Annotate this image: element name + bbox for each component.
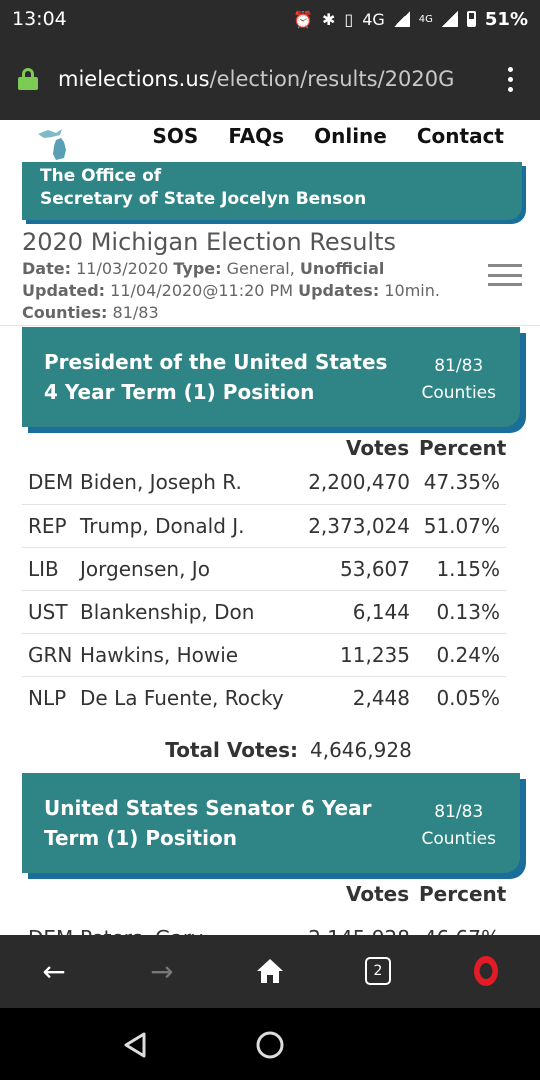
results-table-president: DEM Biden, Joseph R. 2,200,470 47.35% REP Tru… xyxy=(22,461,506,719)
percent-cell: 0.13% xyxy=(410,590,506,634)
table-row: NLP De La Fuente, Rocky 2,448 0.05% xyxy=(22,676,506,719)
system-home-icon[interactable] xyxy=(255,1030,285,1060)
battery-percent: 51% xyxy=(484,8,528,30)
percent-cell: 0.05% xyxy=(436,685,500,710)
race-title: President of the United States 4 Year Te… xyxy=(44,350,388,404)
nav-link-sos[interactable]: SOS xyxy=(153,124,199,148)
office-banner-line2: Secretary of State Jocelyn Benson xyxy=(40,189,367,209)
party-cell: LIB xyxy=(22,547,80,591)
system-nav-bar xyxy=(0,1008,540,1080)
status-icons: ⏰ ✱ ▯ 4G 4G 51% xyxy=(293,9,528,30)
votes-column-header: Votes xyxy=(346,436,410,460)
divider xyxy=(0,325,540,326)
party-cell: GRN xyxy=(22,633,80,677)
candidate-name-cell: Jorgensen, Jo xyxy=(80,547,290,591)
nav-link-contact[interactable]: Contact xyxy=(417,124,504,148)
total-votes-label: Total Votes: xyxy=(165,738,298,762)
table-row: LIB Jorgensen, Jo 53,607 1.15% xyxy=(22,547,506,591)
race-title: United States Senator 6 Year Term (1) Po… xyxy=(44,796,372,850)
race-counties: 81/83 Counties xyxy=(421,356,496,403)
tabs-count: 2 xyxy=(365,957,391,985)
percent-cell: 46.67% xyxy=(410,916,506,936)
candidate-name-cell: Peters, Gary xyxy=(80,916,290,936)
candidate-name-cell: Blankenship, Don xyxy=(80,590,290,634)
url-bar[interactable]: mielections.us/election/results/2020G xyxy=(0,38,540,120)
web-page: SOS FAQs Online Contact The Office of Se… xyxy=(0,120,540,935)
top-nav: SOS FAQs Online Contact xyxy=(0,120,540,162)
percent-cell: 1.15% xyxy=(410,547,506,591)
percent-column-header: Percent xyxy=(419,436,507,460)
party-cell: DEM xyxy=(22,916,80,936)
results-table-senator: DEMPeters, Gary2,145,92846.67% xyxy=(22,916,506,936)
votes-cell: 6,144 xyxy=(290,590,410,634)
candidate-name-cell: Trump, Donald J. xyxy=(80,504,290,548)
signal-icon-2 xyxy=(441,11,458,27)
hamburger-menu-icon[interactable] xyxy=(488,264,522,286)
michigan-logo[interactable] xyxy=(34,124,80,164)
status-bar: 13:04 ⏰ ✱ ▯ 4G 4G 51% xyxy=(0,0,540,38)
bluetooth-icon: ✱ xyxy=(321,9,336,29)
back-arrow-icon[interactable]: ← xyxy=(36,953,72,989)
forward-arrow-icon[interactable]: → xyxy=(144,953,180,989)
votes-cell: 2,200,470 xyxy=(290,461,410,505)
votes-column-header: Votes xyxy=(346,882,410,906)
percent-cell: 47.35% xyxy=(410,461,506,505)
votes-cell: 53,607 xyxy=(290,547,410,591)
alarm-icon: ⏰ xyxy=(293,9,313,29)
system-back-icon[interactable] xyxy=(120,1030,150,1060)
percent-cell: 51.07% xyxy=(410,504,506,548)
home-icon[interactable] xyxy=(252,953,288,989)
results-meta: Date: 11/03/2020 Type: General, Unoffici… xyxy=(22,259,440,322)
url-host: mielections.us xyxy=(58,67,210,91)
candidate-name-cell: De La Fuente, Rocky xyxy=(80,685,284,710)
vibrate-icon: ▯ xyxy=(344,9,354,29)
nav-link-faqs[interactable]: FAQs xyxy=(228,124,284,148)
percent-column-header: Percent xyxy=(419,882,507,906)
percent-cell: 0.24% xyxy=(410,633,506,677)
battery-icon xyxy=(466,11,476,27)
party-cell: DEM xyxy=(22,461,80,505)
nav-link-online[interactable]: Online xyxy=(314,124,387,148)
opera-menu-icon[interactable] xyxy=(468,953,504,989)
table-row: UST Blankenship, Don 6,144 0.13% xyxy=(22,590,506,634)
browser-toolbar: ← → 2 xyxy=(0,935,540,1008)
race-header-president[interactable]: President of the United States 4 Year Te… xyxy=(22,327,520,427)
candidate-name-cell: Biden, Joseph R. xyxy=(80,461,290,505)
signal-icon xyxy=(393,11,410,27)
clock: 13:04 xyxy=(12,8,67,30)
lock-icon xyxy=(18,68,38,90)
race-counties: 81/83 Counties xyxy=(421,802,496,849)
url-path: /election/results/2020G xyxy=(209,67,455,91)
menu-icon[interactable] xyxy=(498,66,522,92)
network-type-label-2: 4G xyxy=(418,13,433,25)
votes-cell: 2,448 xyxy=(352,685,410,710)
candidate-name-cell: Hawkins, Howie xyxy=(80,633,290,677)
tabs-icon[interactable]: 2 xyxy=(360,953,396,989)
total-votes-value: 4,646,928 xyxy=(310,738,412,762)
votes-cell: 2,145,928 xyxy=(290,916,410,936)
party-cell: REP xyxy=(22,504,80,548)
votes-cell: 11,235 xyxy=(290,633,410,677)
table-row: DEMPeters, Gary2,145,92846.67% xyxy=(22,916,506,936)
race-header-senator[interactable]: United States Senator 6 Year Term (1) Po… xyxy=(22,773,520,873)
page-title: 2020 Michigan Election Results xyxy=(22,228,396,256)
party-cell: NLP xyxy=(28,685,67,710)
office-banner[interactable]: The Office of Secretary of State Jocelyn… xyxy=(22,162,522,220)
party-cell: UST xyxy=(22,590,80,634)
table-row: REP Trump, Donald J. 2,373,024 51.07% xyxy=(22,504,506,548)
table-row: DEM Biden, Joseph R. 2,200,470 47.35% xyxy=(22,461,506,505)
network-type-label: 4G xyxy=(362,9,385,29)
url-text[interactable]: mielections.us/election/results/2020G xyxy=(58,67,490,91)
office-banner-line1: The Office of xyxy=(40,166,162,186)
table-row: GRN Hawkins, Howie 11,235 0.24% xyxy=(22,633,506,677)
votes-cell: 2,373,024 xyxy=(290,504,410,548)
